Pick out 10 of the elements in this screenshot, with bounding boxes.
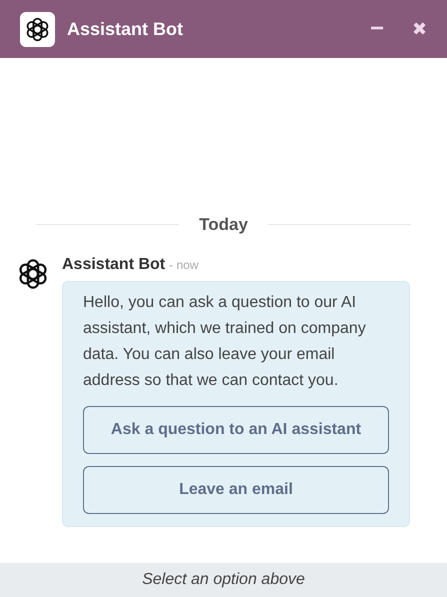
close-button[interactable]: ✖ (412, 20, 427, 38)
message-time: - now (169, 257, 198, 274)
option-button[interactable]: Leave an email (83, 466, 389, 514)
minimize-button[interactable]: − (370, 17, 384, 41)
input-hint: Select an option above (142, 570, 305, 590)
message-text: Hello, you can ask a question to our AI assistant, which we trained on company data. You can also leave your email address so that we can contact you. (83, 293, 367, 391)
author-name: Assistant Bot (62, 255, 166, 275)
window-title: Assistant Bot (67, 18, 184, 40)
date-divider-label: Today (199, 214, 248, 236)
option-button[interactable]: Ask a question to an AI assistant (83, 406, 389, 454)
